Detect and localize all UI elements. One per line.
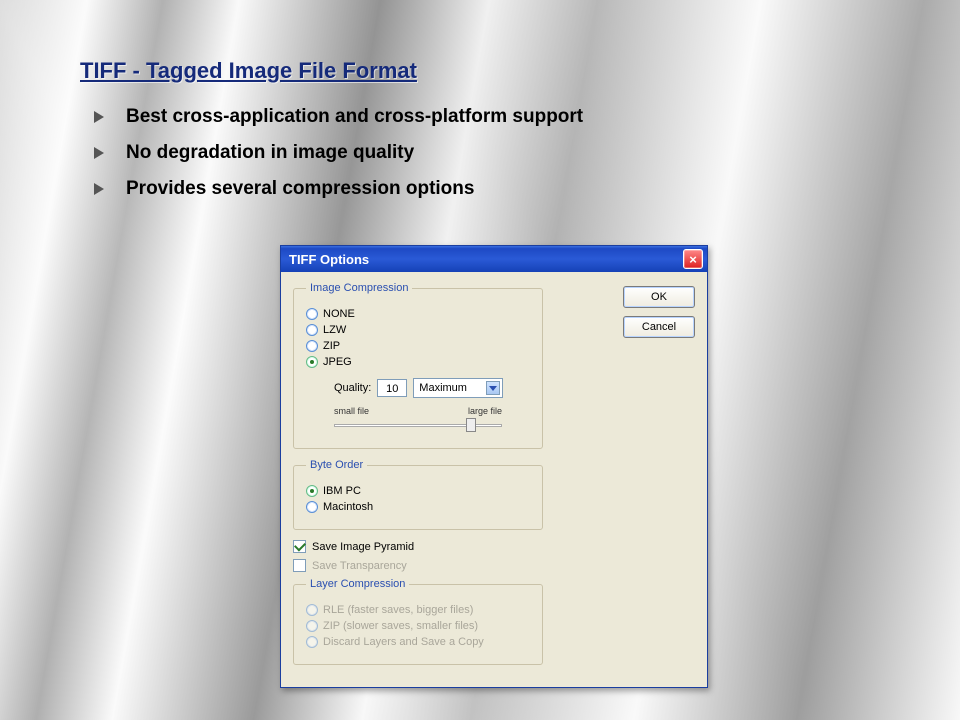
layer-compression-group: Layer Compression RLE (faster saves, big… [293,578,543,665]
radio-rle: RLE (faster saves, bigger files) [306,604,530,616]
chevron-down-icon [486,381,500,395]
checkbox-icon [293,559,306,572]
radio-label: Discard Layers and Save a Copy [323,636,484,648]
titlebar[interactable]: TIFF Options × [281,246,707,272]
radio-label: IBM PC [323,485,361,497]
image-compression-legend: Image Compression [306,282,412,294]
radio-icon [306,340,318,352]
byte-order-group: Byte Order IBM PC Macintosh [293,459,543,530]
radio-icon [306,324,318,336]
bullet-icon [94,111,104,123]
radio-icon [306,604,318,616]
bullet-list: Best cross-application and cross-platfor… [92,106,880,200]
radio-label: RLE (faster saves, bigger files) [323,604,473,616]
bullet-text: Best cross-application and cross-platfor… [126,106,583,127]
bullet-icon [94,147,104,159]
tiff-options-dialog: TIFF Options × OK Cancel Image Compressi… [280,245,708,688]
byte-order-legend: Byte Order [306,459,367,471]
radio-icon [306,620,318,632]
bullet-text: Provides several compression options [126,178,474,199]
slide-title: TIFF - Tagged Image File Format [80,58,880,84]
bullet-text: No degradation in image quality [126,142,414,163]
bullet-icon [94,183,104,195]
radio-ibm-pc[interactable]: IBM PC [306,485,530,497]
ok-button[interactable]: OK [623,286,695,308]
radio-label: LZW [323,324,346,336]
bullet-item: No degradation in image quality [92,142,880,164]
radio-zip-layers: ZIP (slower saves, smaller files) [306,620,530,632]
radio-zip[interactable]: ZIP [306,340,530,352]
quality-label: Quality: [334,382,371,394]
quality-preset-value: Maximum [419,382,467,394]
save-pyramid-checkbox[interactable]: Save Image Pyramid [293,540,695,553]
radio-lzw[interactable]: LZW [306,324,530,336]
quality-input[interactable]: 10 [377,379,407,397]
radio-label: Macintosh [323,501,373,513]
radio-label: ZIP (slower saves, smaller files) [323,620,478,632]
radio-macintosh[interactable]: Macintosh [306,501,530,513]
dialog-title: TIFF Options [289,252,369,267]
slider-track [334,424,502,427]
radio-discard: Discard Layers and Save a Copy [306,636,530,648]
radio-jpeg[interactable]: JPEG [306,356,530,368]
radio-none[interactable]: NONE [306,308,530,320]
slider-thumb[interactable] [466,418,476,432]
radio-icon [306,501,318,513]
checkbox-label: Save Transparency [312,560,407,572]
image-compression-group: Image Compression NONE LZW ZIP JPEG Qual… [293,282,543,449]
slider-max-label: large file [468,406,502,416]
radio-label: NONE [323,308,355,320]
radio-icon [306,356,318,368]
save-transparency-checkbox: Save Transparency [293,559,695,572]
radio-icon [306,308,318,320]
bullet-item: Provides several compression options [92,178,880,200]
cancel-button[interactable]: Cancel [623,316,695,338]
close-icon: × [689,253,697,266]
close-button[interactable]: × [683,249,703,269]
radio-icon [306,485,318,497]
bullet-item: Best cross-application and cross-platfor… [92,106,880,128]
radio-label: ZIP [323,340,340,352]
radio-icon [306,636,318,648]
quality-slider[interactable] [334,418,502,432]
slider-min-label: small file [334,406,369,416]
layer-compression-legend: Layer Compression [306,578,409,590]
radio-label: JPEG [323,356,352,368]
checkbox-label: Save Image Pyramid [312,541,414,553]
quality-preset-select[interactable]: Maximum [413,378,503,398]
checkbox-icon [293,540,306,553]
